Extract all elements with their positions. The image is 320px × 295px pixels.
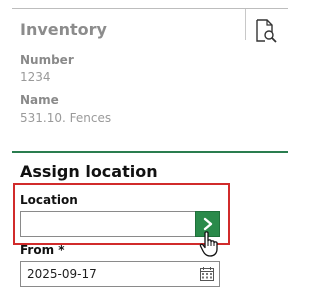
chevron-right-icon	[203, 217, 212, 231]
from-date-input[interactable]: 2025-09-17	[20, 261, 220, 287]
from-label: From *	[20, 243, 65, 257]
hand-pointer-icon	[199, 231, 218, 257]
document-search-icon	[256, 19, 277, 43]
inventory-title: Inventory	[20, 20, 107, 39]
section-divider	[12, 151, 288, 153]
number-value: 1234	[20, 70, 51, 84]
calendar-icon[interactable]	[199, 266, 215, 282]
number-label: Number	[20, 53, 74, 67]
assign-location-title: Assign location	[20, 162, 158, 181]
from-date-value: 2025-09-17	[27, 267, 97, 281]
document-preview-button[interactable]	[252, 17, 280, 45]
location-input[interactable]	[20, 211, 195, 237]
name-label: Name	[20, 93, 59, 107]
location-label: Location	[20, 193, 78, 207]
header-separator	[245, 9, 246, 40]
name-value: 531.10. Fences	[20, 111, 112, 125]
